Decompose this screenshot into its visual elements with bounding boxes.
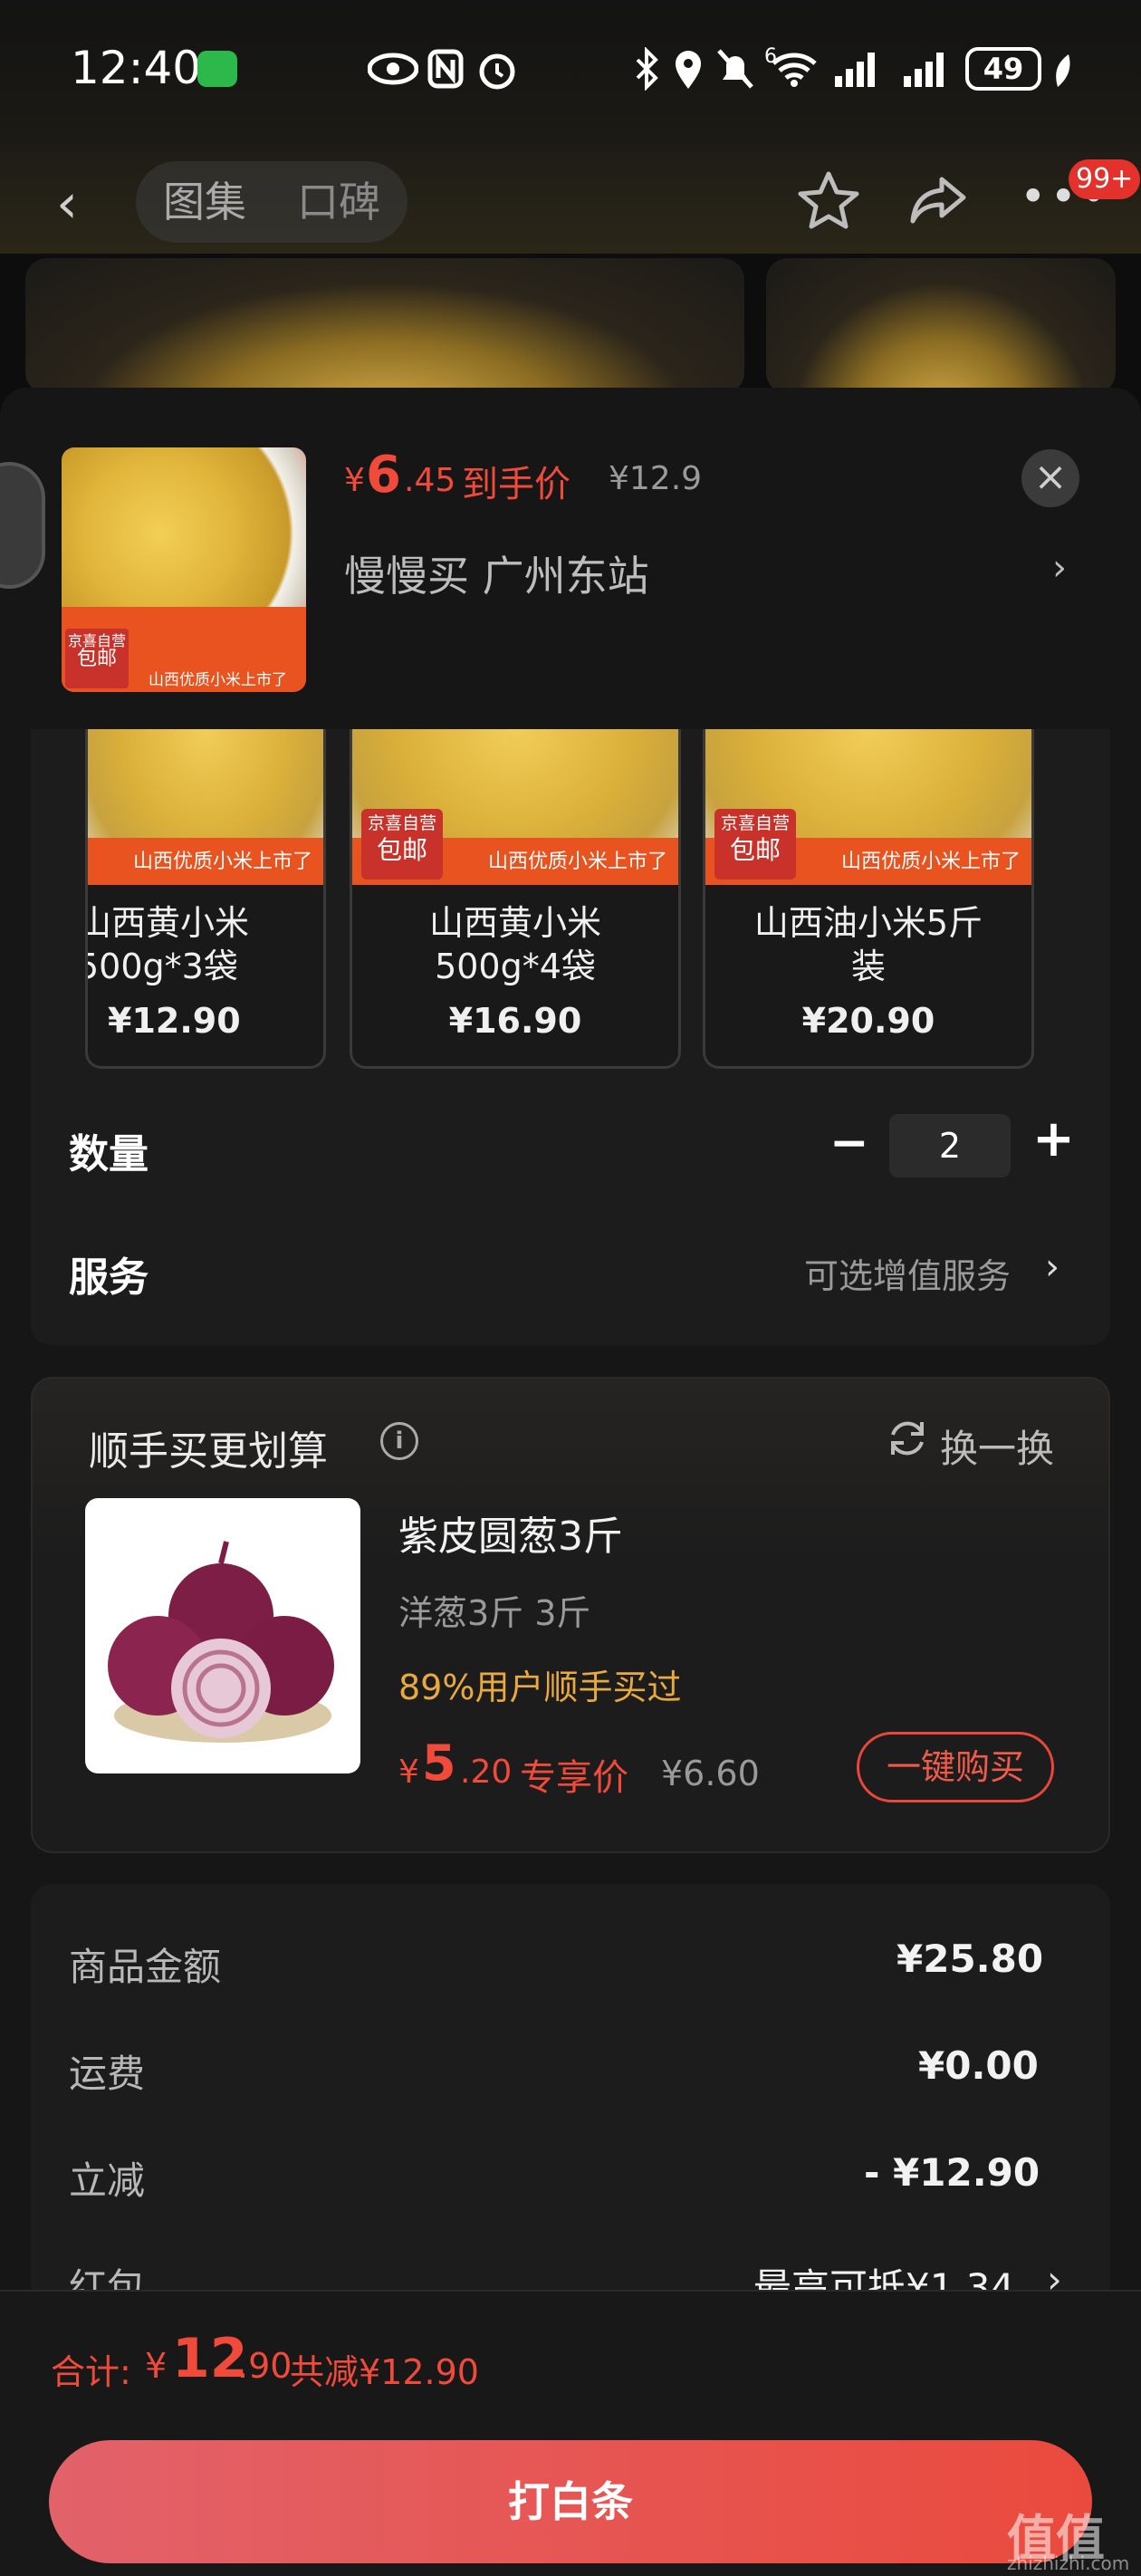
alarm-icon: [479, 53, 515, 90]
recommendation-spec: 洋葱3斤 3斤: [398, 1593, 591, 1633]
sku-name-line1: 山西黄小米: [428, 903, 601, 943]
side-float-button[interactable]: [0, 462, 45, 589]
nfc-icon: [427, 49, 464, 89]
service-label: 服务: [69, 1254, 149, 1301]
delivery-address[interactable]: 慢慢买 广州东站: [344, 543, 649, 603]
sku-name-line2: 500g*3袋: [85, 947, 238, 986]
sku-badge-top: 京喜自营: [367, 813, 436, 833]
sku-badge-bottom: 包邮: [376, 835, 427, 865]
quantity-input[interactable]: 2: [889, 1114, 1011, 1177]
summary-value-shipping: ¥0.00: [918, 2043, 1039, 2088]
product-thumbnail: 京喜自营 包邮 山西优质小米上市了: [62, 447, 306, 692]
sku-badge-top: 京喜自营: [720, 813, 790, 833]
watermark-url: zhizhizhi.com: [1007, 2552, 1130, 2574]
price-decimal: .45: [404, 462, 456, 499]
rec-price-decimal: .20: [460, 1754, 513, 1791]
back-button[interactable]: ‹: [56, 177, 78, 231]
sku-name-line1: 山西油小米5斤: [753, 903, 983, 943]
sku-band-text: 山西优质小米上市了: [840, 851, 1021, 873]
sku-price: ¥16.90: [448, 1001, 582, 1041]
location-icon: [676, 51, 701, 89]
sku-band-text: 山西优质小米上市了: [487, 851, 667, 873]
price-currency: ¥: [344, 462, 365, 499]
thumb-tag-bottom: 包邮: [76, 648, 117, 670]
sku-option-2[interactable]: 京喜自营 包邮 山西优质小米上市了 山西黄小米 500g*4袋 ¥16.90: [350, 729, 681, 1069]
sku-name-line2: 500g*4袋: [435, 947, 596, 986]
quantity-label: 数量: [69, 1131, 149, 1177]
tab-reviews[interactable]: 口碑: [297, 177, 380, 227]
chevron-right-icon[interactable]: ›: [1052, 547, 1067, 589]
one-click-buy-button[interactable]: 一键购买: [857, 1732, 1054, 1802]
summary-label-shipping: 运费: [69, 2052, 146, 2096]
signal-icon: [835, 53, 875, 87]
sku-band-text: 山西优质小米上市了: [132, 851, 312, 873]
gallery-image-main[interactable]: [25, 258, 744, 394]
sku-option-3[interactable]: 京喜自营 包邮 山西优质小米上市了 山西油小米5斤装 ¥20.90: [703, 729, 1034, 1069]
info-icon[interactable]: i: [380, 1422, 418, 1460]
favorite-star-icon[interactable]: [797, 168, 860, 232]
wechat-icon: [197, 51, 237, 87]
total-label: 合计:: [51, 2352, 131, 2392]
sku-option-1[interactable]: 山西优质小米上市了 山西黄小米 500g*3袋 ¥12.90: [85, 729, 326, 1069]
sku-badge: 京喜自营 包邮: [714, 809, 796, 879]
wifi-icon: [772, 53, 817, 87]
notification-badge: 99+: [1069, 159, 1141, 199]
sku-price: ¥12.90: [108, 1001, 241, 1041]
thumb-band-text: 山西优质小米上市了: [149, 671, 287, 689]
refresh-icon[interactable]: [886, 1417, 929, 1460]
total-currency: ¥: [145, 2346, 168, 2386]
signal-icon-2: [904, 53, 944, 87]
battery-indicator: 49: [965, 47, 1041, 91]
summary-label-discount: 立减: [69, 2158, 146, 2203]
leaf-icon: [1056, 54, 1070, 87]
total-integer: 12: [172, 2327, 248, 2390]
total-decimal: .90: [237, 2346, 292, 2386]
share-icon[interactable]: [909, 174, 967, 225]
rec-price-tag: 专享价: [520, 1757, 628, 1799]
quantity-minus-button[interactable]: −: [829, 1116, 869, 1170]
eye-icon: [368, 53, 418, 85]
summary-value-goods: ¥25.80: [896, 1937, 1044, 1981]
pay-button[interactable]: 打白条: [49, 2440, 1092, 2563]
price-tag: 到手价: [462, 464, 570, 505]
summary-value-discount: - ¥12.90: [864, 2150, 1040, 2195]
gallery-image-secondary[interactable]: [766, 258, 1116, 394]
status-time: 12:40: [71, 42, 202, 94]
quantity-plus-button[interactable]: +: [1032, 1112, 1075, 1167]
rec-price-integer: 5: [422, 1735, 456, 1792]
refresh-button[interactable]: 换一换: [940, 1418, 1054, 1474]
sku-name-line1: 山西黄小米: [85, 903, 250, 943]
sku-price: ¥20.90: [801, 1001, 935, 1041]
onion-product-image[interactable]: [85, 1498, 360, 1773]
recommendation-name[interactable]: 紫皮圆葱3斤: [398, 1504, 623, 1562]
rec-price-currency: ¥: [398, 1754, 419, 1791]
sku-badge-bottom: 包邮: [729, 835, 781, 865]
chevron-right-icon[interactable]: ›: [1045, 1246, 1060, 1288]
sku-name-line2: 装: [850, 947, 886, 986]
original-price: ¥12.9: [609, 460, 703, 497]
recommendation-stat: 89%用户顺手买过: [398, 1668, 682, 1707]
bluetooth-icon: [636, 47, 658, 91]
close-button[interactable]: ×: [1021, 449, 1079, 507]
tab-gallery[interactable]: 图集: [163, 177, 246, 227]
service-option-link[interactable]: 可选增值服务: [804, 1248, 1011, 1298]
rec-original-price: ¥6.60: [661, 1754, 760, 1793]
total-savings: 共减¥12.90: [290, 2352, 479, 2392]
mute-icon: [717, 49, 753, 89]
sku-badge: 京喜自营 包邮: [361, 809, 443, 879]
price-integer: 6: [366, 446, 401, 505]
summary-label-goods: 商品金额: [69, 1945, 222, 1989]
recommendation-title: 顺手买更划算: [89, 1428, 328, 1475]
